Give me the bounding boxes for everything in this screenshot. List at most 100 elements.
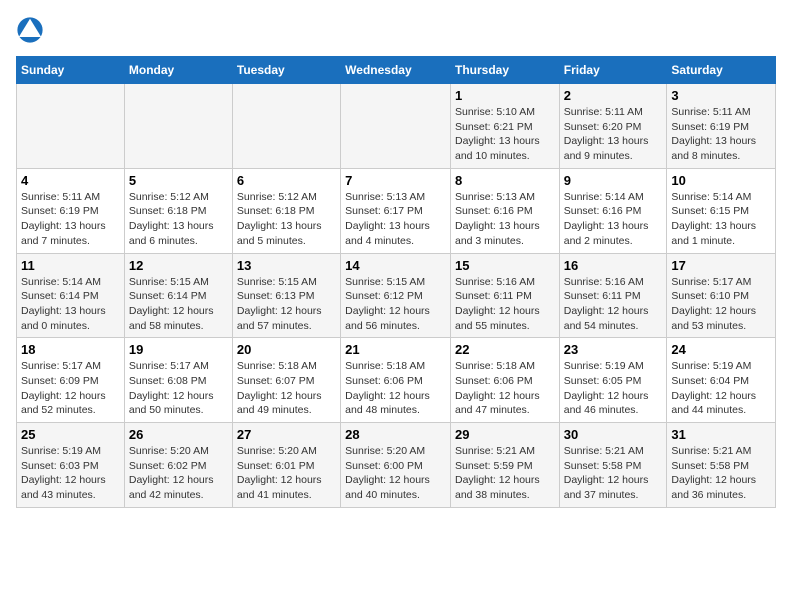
calendar-cell: 9 Sunrise: 5:14 AM Sunset: 6:16 PM Daylig… <box>559 168 667 253</box>
day-detail: Sunrise: 5:21 AM Sunset: 5:58 PM Dayligh… <box>564 444 663 503</box>
day-header-monday: Monday <box>124 57 232 84</box>
day-number: 23 <box>564 342 663 357</box>
calendar-body: 1Sunrise: 5:10 AM Sunset: 6:21 PM Daylig… <box>17 84 776 508</box>
calendar-cell <box>17 84 125 169</box>
day-detail: Sunrise: 5:19 AM Sunset: 6:04 PM Dayligh… <box>671 359 771 418</box>
calendar-cell: 20 Sunrise: 5:18 AM Sunset: 6:07 PM Dayli… <box>232 338 340 423</box>
day-detail: Sunrise: 5:16 AM Sunset: 6:11 PM Dayligh… <box>564 275 663 334</box>
day-header-thursday: Thursday <box>450 57 559 84</box>
day-number: 31 <box>671 427 771 442</box>
calendar-cell: 28 Sunrise: 5:20 AM Sunset: 6:00 PM Dayli… <box>341 423 451 508</box>
logo-icon <box>16 16 44 44</box>
day-detail: Sunrise: 5:21 AM Sunset: 5:59 PM Dayligh… <box>455 444 555 503</box>
day-header-tuesday: Tuesday <box>232 57 340 84</box>
day-detail: Sunrise: 5:12 AM Sunset: 6:18 PM Dayligh… <box>237 190 336 249</box>
calendar-cell: 8 Sunrise: 5:13 AM Sunset: 6:16 PM Daylig… <box>450 168 559 253</box>
calendar-table: SundayMondayTuesdayWednesdayThursdayFrid… <box>16 56 776 508</box>
day-detail: Sunrise: 5:11 AM Sunset: 6:20 PM Dayligh… <box>564 105 663 164</box>
calendar-cell <box>341 84 451 169</box>
day-number: 17 <box>671 258 771 273</box>
calendar-cell: 19Sunrise: 5:17 AM Sunset: 6:08 PM Dayli… <box>124 338 232 423</box>
day-number: 8 <box>455 173 555 188</box>
day-number: 22 <box>455 342 555 357</box>
day-number: 25 <box>21 427 120 442</box>
day-number: 3 <box>671 88 771 103</box>
logo <box>16 16 48 44</box>
day-detail: Sunrise: 5:19 AM Sunset: 6:03 PM Dayligh… <box>21 444 120 503</box>
day-number: 7 <box>345 173 446 188</box>
day-number: 5 <box>129 173 228 188</box>
calendar-cell: 13 Sunrise: 5:15 AM Sunset: 6:13 PM Dayli… <box>232 253 340 338</box>
week-row-2: 4 Sunrise: 5:11 AM Sunset: 6:19 PM Daylig… <box>17 168 776 253</box>
calendar-cell: 2Sunrise: 5:11 AM Sunset: 6:20 PM Daylig… <box>559 84 667 169</box>
day-number: 15 <box>455 258 555 273</box>
day-detail: Sunrise: 5:15 AM Sunset: 6:12 PM Dayligh… <box>345 275 446 334</box>
page-header <box>16 16 776 44</box>
day-detail: Sunrise: 5:17 AM Sunset: 6:09 PM Dayligh… <box>21 359 120 418</box>
day-number: 14 <box>345 258 446 273</box>
day-detail: Sunrise: 5:12 AM Sunset: 6:18 PM Dayligh… <box>129 190 228 249</box>
day-header-friday: Friday <box>559 57 667 84</box>
day-detail: Sunrise: 5:18 AM Sunset: 6:07 PM Dayligh… <box>237 359 336 418</box>
day-number: 24 <box>671 342 771 357</box>
calendar-cell: 14 Sunrise: 5:15 AM Sunset: 6:12 PM Dayli… <box>341 253 451 338</box>
calendar-cell: 12 Sunrise: 5:15 AM Sunset: 6:14 PM Dayli… <box>124 253 232 338</box>
calendar-cell: 18 Sunrise: 5:17 AM Sunset: 6:09 PM Dayli… <box>17 338 125 423</box>
day-detail: Sunrise: 5:11 AM Sunset: 6:19 PM Dayligh… <box>671 105 771 164</box>
calendar-cell: 3 Sunrise: 5:11 AM Sunset: 6:19 PM Daylig… <box>667 84 776 169</box>
calendar-cell: 4 Sunrise: 5:11 AM Sunset: 6:19 PM Daylig… <box>17 168 125 253</box>
day-number: 27 <box>237 427 336 442</box>
day-detail: Sunrise: 5:16 AM Sunset: 6:11 PM Dayligh… <box>455 275 555 334</box>
day-number: 4 <box>21 173 120 188</box>
calendar-cell: 22 Sunrise: 5:18 AM Sunset: 6:06 PM Dayli… <box>450 338 559 423</box>
day-detail: Sunrise: 5:10 AM Sunset: 6:21 PM Dayligh… <box>455 105 555 164</box>
day-detail: Sunrise: 5:15 AM Sunset: 6:13 PM Dayligh… <box>237 275 336 334</box>
calendar-cell: 27 Sunrise: 5:20 AM Sunset: 6:01 PM Dayli… <box>232 423 340 508</box>
day-detail: Sunrise: 5:19 AM Sunset: 6:05 PM Dayligh… <box>564 359 663 418</box>
day-detail: Sunrise: 5:14 AM Sunset: 6:15 PM Dayligh… <box>671 190 771 249</box>
calendar-cell: 7Sunrise: 5:13 AM Sunset: 6:17 PM Daylig… <box>341 168 451 253</box>
day-detail: Sunrise: 5:18 AM Sunset: 6:06 PM Dayligh… <box>345 359 446 418</box>
day-number: 29 <box>455 427 555 442</box>
day-header-wednesday: Wednesday <box>341 57 451 84</box>
day-number: 20 <box>237 342 336 357</box>
calendar-cell: 29 Sunrise: 5:21 AM Sunset: 5:59 PM Dayli… <box>450 423 559 508</box>
day-detail: Sunrise: 5:20 AM Sunset: 6:02 PM Dayligh… <box>129 444 228 503</box>
day-number: 13 <box>237 258 336 273</box>
day-header-sunday: Sunday <box>17 57 125 84</box>
header-row: SundayMondayTuesdayWednesdayThursdayFrid… <box>17 57 776 84</box>
week-row-1: 1Sunrise: 5:10 AM Sunset: 6:21 PM Daylig… <box>17 84 776 169</box>
day-detail: Sunrise: 5:18 AM Sunset: 6:06 PM Dayligh… <box>455 359 555 418</box>
day-number: 30 <box>564 427 663 442</box>
calendar-cell: 17 Sunrise: 5:17 AM Sunset: 6:10 PM Dayli… <box>667 253 776 338</box>
calendar-cell <box>124 84 232 169</box>
calendar-cell: 25 Sunrise: 5:19 AM Sunset: 6:03 PM Dayli… <box>17 423 125 508</box>
calendar-cell: 15 Sunrise: 5:16 AM Sunset: 6:11 PM Dayli… <box>450 253 559 338</box>
calendar-cell: 1Sunrise: 5:10 AM Sunset: 6:21 PM Daylig… <box>450 84 559 169</box>
day-number: 18 <box>21 342 120 357</box>
day-detail: Sunrise: 5:14 AM Sunset: 6:16 PM Dayligh… <box>564 190 663 249</box>
calendar-header: SundayMondayTuesdayWednesdayThursdayFrid… <box>17 57 776 84</box>
day-number: 12 <box>129 258 228 273</box>
day-detail: Sunrise: 5:17 AM Sunset: 6:08 PM Dayligh… <box>129 359 228 418</box>
day-detail: Sunrise: 5:20 AM Sunset: 6:01 PM Dayligh… <box>237 444 336 503</box>
calendar-cell: 24 Sunrise: 5:19 AM Sunset: 6:04 PM Dayli… <box>667 338 776 423</box>
day-number: 26 <box>129 427 228 442</box>
calendar-cell <box>232 84 340 169</box>
day-detail: Sunrise: 5:17 AM Sunset: 6:10 PM Dayligh… <box>671 275 771 334</box>
day-detail: Sunrise: 5:11 AM Sunset: 6:19 PM Dayligh… <box>21 190 120 249</box>
day-detail: Sunrise: 5:20 AM Sunset: 6:00 PM Dayligh… <box>345 444 446 503</box>
calendar-cell: 26 Sunrise: 5:20 AM Sunset: 6:02 PM Dayli… <box>124 423 232 508</box>
day-detail: Sunrise: 5:15 AM Sunset: 6:14 PM Dayligh… <box>129 275 228 334</box>
day-detail: Sunrise: 5:13 AM Sunset: 6:16 PM Dayligh… <box>455 190 555 249</box>
day-number: 10 <box>671 173 771 188</box>
day-number: 16 <box>564 258 663 273</box>
calendar-cell: 31Sunrise: 5:21 AM Sunset: 5:58 PM Dayli… <box>667 423 776 508</box>
week-row-4: 18 Sunrise: 5:17 AM Sunset: 6:09 PM Dayli… <box>17 338 776 423</box>
week-row-5: 25 Sunrise: 5:19 AM Sunset: 6:03 PM Dayli… <box>17 423 776 508</box>
day-number: 9 <box>564 173 663 188</box>
calendar-cell: 30 Sunrise: 5:21 AM Sunset: 5:58 PM Dayli… <box>559 423 667 508</box>
day-number: 11 <box>21 258 120 273</box>
day-number: 28 <box>345 427 446 442</box>
day-header-saturday: Saturday <box>667 57 776 84</box>
